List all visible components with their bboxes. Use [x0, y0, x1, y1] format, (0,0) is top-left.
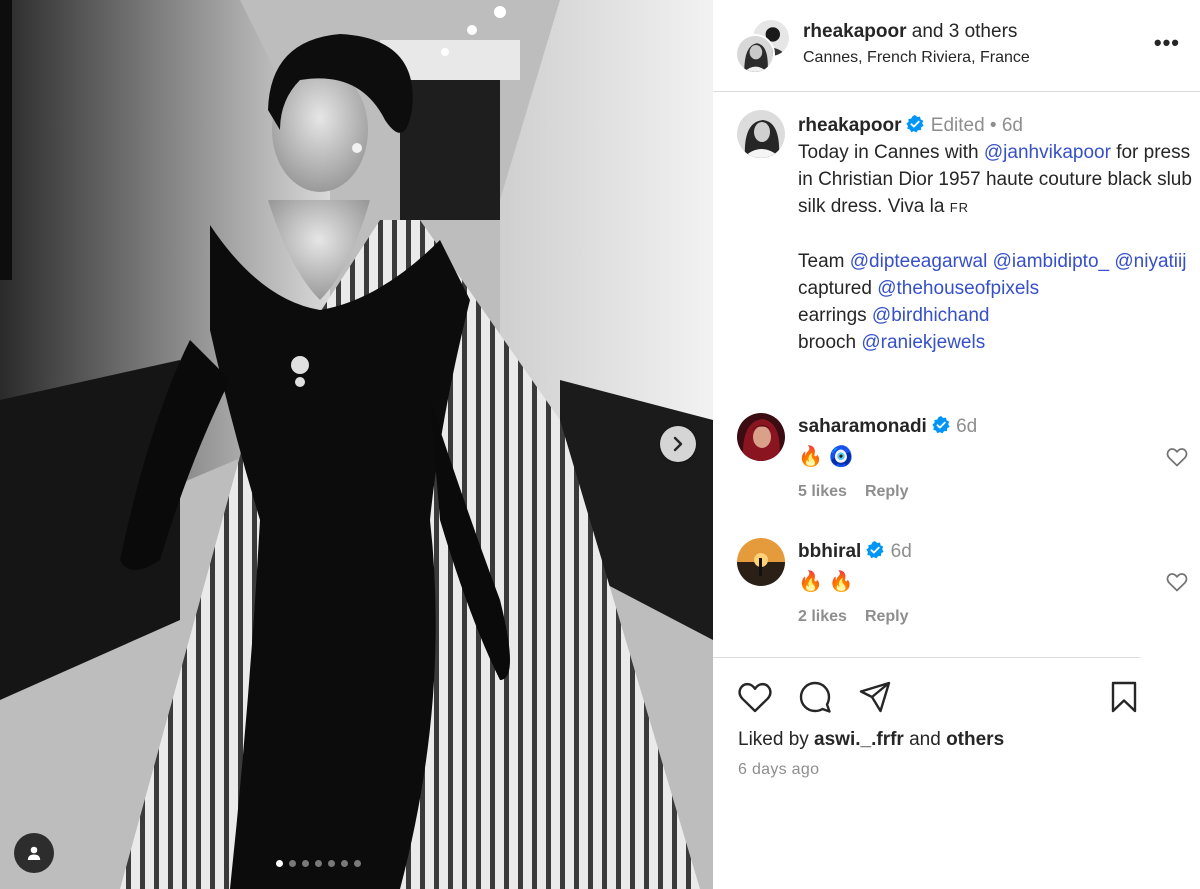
avatar[interactable]	[737, 110, 785, 158]
earrings-line: earrings @birdhichand	[798, 302, 1193, 329]
comment-item: bbhiral 6d 🔥 🔥 2 likes Reply	[713, 536, 1200, 636]
comment-time[interactable]: 6d	[891, 541, 912, 562]
carousel-dot	[289, 860, 296, 867]
brooch-label: brooch	[798, 332, 862, 353]
comment-header: bbhiral 6d	[798, 540, 912, 563]
liked-by-others[interactable]: others	[946, 729, 1004, 750]
caption-time[interactable]: 6d	[1002, 115, 1023, 136]
mention-link[interactable]: @janhvikapoor	[984, 142, 1111, 163]
comment-likes[interactable]: 2 likes	[798, 608, 847, 625]
comment-time[interactable]: 6d	[956, 416, 977, 437]
comment-meta: 5 likes Reply	[798, 483, 909, 501]
mention-link[interactable]: @iambidipto_	[993, 251, 1109, 272]
carousel-dot	[341, 860, 348, 867]
caption-username[interactable]: rheakapoor	[798, 115, 901, 136]
liked-by-user[interactable]: aswi._.frfr	[814, 729, 904, 750]
post-side-panel: rheakapoor and 3 others Cannes, French R…	[713, 0, 1200, 889]
brooch-line: brooch @raniekjewels	[798, 329, 1193, 356]
share-icon[interactable]	[858, 680, 892, 714]
edited-label: Edited	[930, 115, 985, 136]
mention-link[interactable]: @birdhichand	[872, 305, 990, 326]
more-icon[interactable]: •••	[1154, 32, 1180, 54]
carousel-dot	[302, 860, 309, 867]
post-authors[interactable]: rheakapoor and 3 others	[803, 21, 1017, 43]
comment-item: saharamonadi 6d 🔥 🧿 5 likes Reply	[713, 411, 1200, 511]
comment-header: saharamonadi 6d	[798, 415, 977, 438]
author-username[interactable]: rheakapoor	[803, 21, 906, 42]
next-slide-button[interactable]	[660, 426, 696, 462]
mention-link[interactable]: @niyatiij	[1114, 251, 1186, 272]
comment-username[interactable]: saharamonadi	[798, 416, 927, 437]
avatar[interactable]	[737, 538, 785, 586]
reply-button[interactable]: Reply	[865, 483, 909, 500]
mention-link[interactable]: @dipteeagarwal	[850, 251, 988, 272]
team-line: Team @dipteeagarwal @iambidipto_ @niyati…	[798, 248, 1193, 275]
mention-link[interactable]: @raniekjewels	[861, 332, 985, 353]
captured-line: captured @thehouseofpixels	[798, 275, 1193, 302]
post-location[interactable]: Cannes, French Riviera, France	[803, 49, 1030, 67]
post-timestamp[interactable]: 6 days ago	[738, 761, 819, 779]
mention-link[interactable]: @thehouseofpixels	[877, 278, 1039, 299]
bookmark-icon[interactable]	[1109, 680, 1139, 714]
tagged-users-button[interactable]	[14, 833, 54, 873]
likes-summary: Liked by aswi._.frfr and others	[738, 729, 1004, 751]
co-authors-text[interactable]: and 3 others	[912, 21, 1018, 42]
divider	[713, 657, 1140, 658]
caption-text: rheakapoor Edited • 6d Today in Cannes w…	[798, 112, 1193, 356]
comment-text: 🔥 🧿	[798, 446, 854, 468]
post-header: rheakapoor and 3 others Cannes, French R…	[713, 0, 1200, 92]
carousel-dot	[315, 860, 322, 867]
heart-icon[interactable]	[1165, 570, 1189, 594]
caption-text-segment: Today in Cannes with	[798, 142, 984, 163]
chevron-right-icon	[673, 436, 683, 452]
author-avatars[interactable]	[735, 18, 793, 76]
comment-likes[interactable]: 5 likes	[798, 483, 847, 500]
action-bar	[737, 680, 1177, 714]
carousel-dots	[276, 860, 361, 867]
captured-label: captured	[798, 278, 878, 299]
comment-username[interactable]: bbhiral	[798, 541, 861, 562]
comment-text: 🔥 🔥	[798, 571, 854, 593]
earrings-label: earrings	[798, 305, 872, 326]
avatar	[735, 34, 775, 74]
verified-badge-icon	[906, 115, 925, 133]
carousel-dot	[276, 860, 283, 867]
reply-button[interactable]: Reply	[865, 608, 909, 625]
comment-meta: 2 likes Reply	[798, 608, 909, 626]
carousel-dot	[328, 860, 335, 867]
post-media[interactable]	[0, 0, 713, 889]
verified-badge-icon	[866, 541, 884, 559]
flag-emoji: FR	[949, 200, 970, 215]
heart-icon[interactable]	[737, 680, 773, 714]
post-photo	[0, 0, 713, 889]
team-label: Team	[798, 251, 850, 272]
avatar[interactable]	[737, 413, 785, 461]
likes-prefix: Liked by	[738, 729, 815, 750]
likes-middle: and	[903, 729, 947, 750]
separator: •	[989, 115, 997, 136]
comment-icon[interactable]	[798, 680, 832, 714]
heart-icon[interactable]	[1165, 445, 1189, 469]
caption-paragraph: Today in Cannes with @janhvikapoor for p…	[798, 139, 1193, 221]
carousel-dot	[354, 860, 361, 867]
user-tag-icon	[27, 846, 41, 860]
verified-badge-icon	[932, 416, 950, 434]
